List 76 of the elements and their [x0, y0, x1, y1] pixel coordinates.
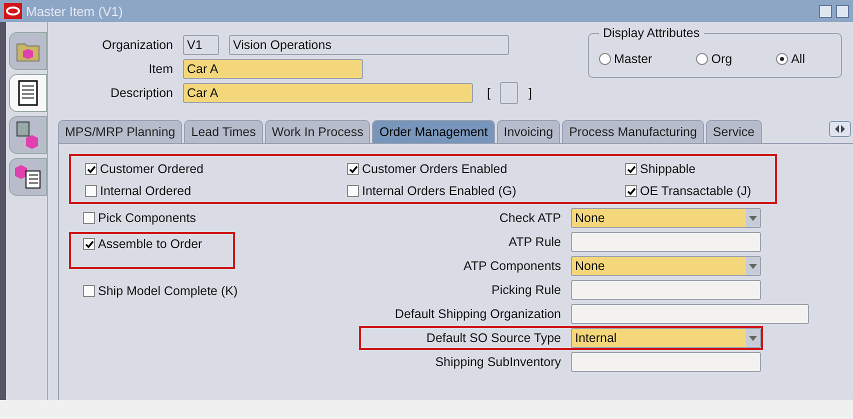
dropdown-field[interactable]: Internal	[571, 328, 761, 348]
field-label: Item	[148, 62, 173, 76]
checkbox[interactable]	[83, 238, 95, 250]
radio-label[interactable]: All	[791, 52, 805, 66]
flexfield-input[interactable]	[500, 82, 518, 104]
checkmark-icon	[626, 186, 636, 196]
field-label: Description	[109, 86, 173, 100]
checkbox-label[interactable]: Customer Orders Enabled	[362, 162, 508, 176]
list-document-icon	[18, 80, 38, 106]
dropdown-arrow-icon	[749, 264, 757, 268]
text-field[interactable]	[571, 304, 809, 324]
field-label: Default SO Source Type	[425, 331, 561, 345]
checkbox[interactable]	[85, 163, 97, 175]
dropdown-arrow-icon	[749, 336, 757, 340]
organization-name-field[interactable]: Vision Operations	[229, 35, 509, 55]
field-label: Organization	[101, 38, 173, 52]
radio-label[interactable]: Org	[711, 52, 732, 66]
checkbox-label[interactable]: Internal Ordered	[100, 184, 192, 198]
tab[interactable]: Lead Times	[184, 120, 263, 143]
item-field[interactable]: Car A	[183, 59, 363, 79]
dropdown-field[interactable]: None	[571, 256, 761, 276]
building-cube-icon	[15, 120, 41, 150]
checkmark-icon	[86, 164, 96, 174]
field-label: Shipping SubInventory	[434, 355, 561, 369]
checkmark-icon	[626, 164, 636, 174]
tab-scroll-button[interactable]	[829, 121, 851, 137]
side-tab[interactable]	[9, 74, 47, 112]
checkbox[interactable]	[347, 163, 359, 175]
radio-label[interactable]: Master	[614, 52, 652, 66]
checkbox[interactable]	[83, 212, 95, 224]
side-tab[interactable]	[9, 158, 47, 196]
checkbox-label[interactable]: Shippable	[640, 162, 696, 176]
radio-button[interactable]	[776, 52, 788, 64]
field-label: ATP Components	[462, 259, 561, 273]
checkmark-icon	[348, 164, 358, 174]
tab[interactable]: Work In Process	[264, 120, 370, 143]
checkbox-label[interactable]: Customer Ordered	[100, 162, 204, 176]
text-field[interactable]	[571, 352, 761, 372]
group-title: Display Attributes	[602, 26, 701, 40]
dropdown-field[interactable]: None	[571, 208, 761, 228]
tab[interactable]: Order Management	[372, 120, 495, 143]
checkmark-icon	[84, 240, 94, 248]
checkbox[interactable]	[83, 285, 95, 297]
field-label: Picking Rule	[490, 283, 561, 297]
tab[interactable]: Process Manufacturing	[562, 120, 704, 143]
radio-button[interactable]	[696, 52, 708, 64]
text-field[interactable]	[571, 232, 761, 252]
cube-list-icon	[14, 163, 42, 191]
text-field[interactable]	[571, 280, 761, 300]
tab[interactable]: MPS/MRP Planning	[58, 120, 182, 143]
tab[interactable]: Service	[706, 120, 762, 143]
description-field[interactable]: Car A	[183, 83, 473, 103]
checkbox-label[interactable]: OE Transactable (J)	[640, 184, 752, 198]
checkbox[interactable]	[85, 185, 97, 197]
checkbox-label[interactable]: Ship Model Complete (K)	[98, 284, 238, 298]
left-right-arrows-icon	[834, 125, 846, 133]
dropdown-arrow-icon	[749, 216, 757, 220]
bracket: ]	[528, 86, 532, 100]
checkbox-label[interactable]: Pick Components	[98, 211, 196, 225]
field-label: ATP Rule	[508, 235, 561, 249]
checkbox[interactable]	[625, 163, 637, 175]
minimize-button[interactable]	[819, 4, 832, 18]
window-title: Master Item (V1)	[26, 4, 124, 18]
app-logo-icon	[4, 3, 22, 19]
checkbox-label[interactable]: Internal Orders Enabled (G)	[362, 184, 516, 198]
side-tab[interactable]	[9, 116, 47, 154]
field-label: Default Shipping Organization	[394, 307, 561, 321]
organization-code-field[interactable]: V1	[183, 35, 219, 55]
radio-button[interactable]	[599, 52, 611, 64]
field-label: Check ATP	[498, 211, 561, 225]
maximize-button[interactable]	[836, 4, 849, 18]
bracket: [	[487, 86, 490, 100]
tab[interactable]: Invoicing	[496, 120, 560, 143]
checkbox[interactable]	[347, 185, 359, 197]
checkbox[interactable]	[625, 185, 637, 197]
checkbox-label[interactable]: Assemble to Order	[98, 237, 202, 251]
